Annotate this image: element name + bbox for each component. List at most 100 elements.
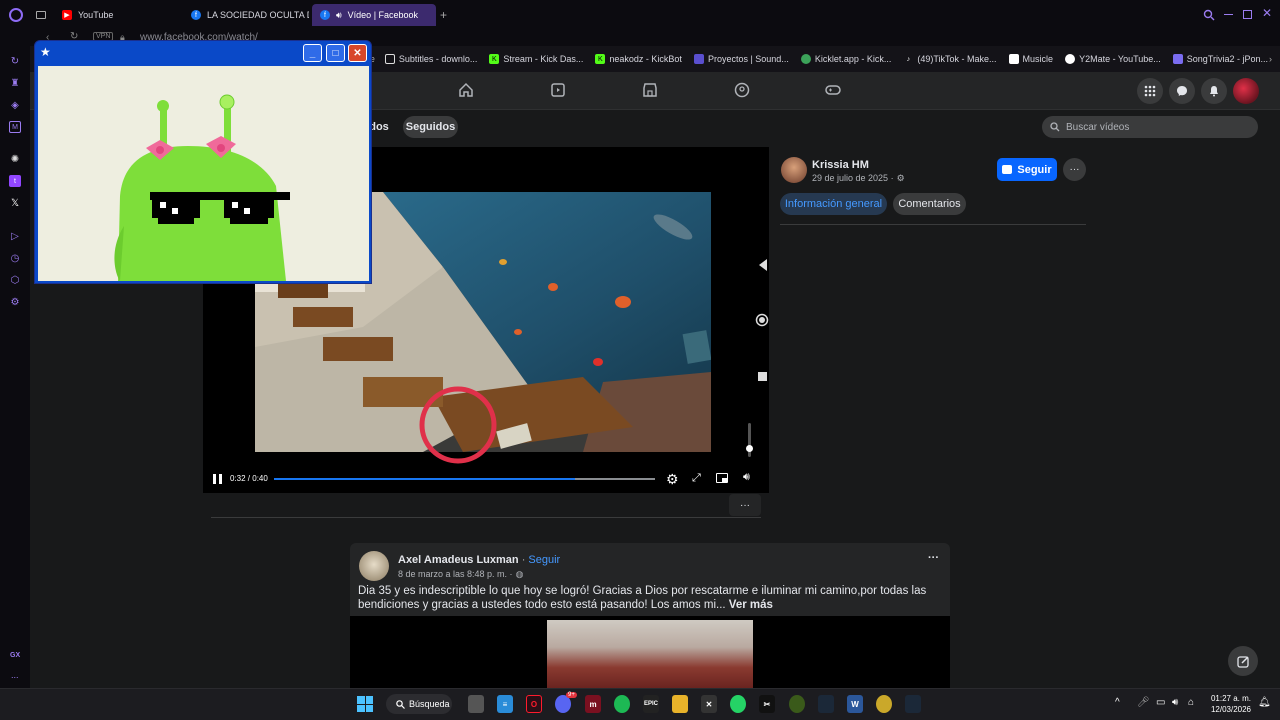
tab-sociedad-oculta[interactable]: f LA SOCIEDAD OCULTA DE — [183, 4, 309, 26]
search-tabs-icon[interactable] — [1203, 9, 1215, 21]
profile-avatar[interactable] — [1233, 78, 1259, 104]
tab-overview[interactable]: Información general — [780, 193, 887, 215]
app-icon[interactable] — [789, 695, 805, 713]
bookmarks-overflow-icon[interactable]: › — [1269, 54, 1272, 64]
sidebar-speed-dial-icon[interactable]: ↻ — [9, 55, 21, 67]
bookmark-songtrivia[interactable]: SongTrivia2 - jPon... — [1172, 54, 1268, 64]
post-menu-button[interactable]: ··· — [928, 552, 939, 564]
network-icon[interactable]: ⌂ — [1188, 697, 1194, 708]
sidebar-corner-icon[interactable]: ◈ — [9, 99, 21, 111]
pause-button[interactable] — [213, 474, 222, 484]
bookmark-soundtrap[interactable]: Proyectos | Sound... — [693, 54, 789, 64]
xbox-icon[interactable]: ✕ — [701, 695, 717, 713]
groups-icon[interactable] — [734, 82, 750, 98]
bookmark-kick-stream[interactable]: K Stream - Kick Das... — [489, 54, 583, 64]
app-icon[interactable] — [876, 695, 892, 713]
post-author-name[interactable]: Axel Amadeus Luxman — [398, 554, 519, 566]
tab-youtube[interactable]: ▶ YouTube — [54, 4, 180, 26]
reels-icon[interactable] — [550, 82, 566, 98]
see-more-link[interactable]: Ver más — [729, 599, 773, 611]
home-icon[interactable] — [458, 82, 474, 98]
volume-icon[interactable]: 🔊︎ — [743, 471, 750, 484]
bookmark-kickbot[interactable]: K neakodz - KickBot — [595, 54, 682, 64]
popup-window[interactable]: ★ _ □ ✕ — [34, 40, 372, 284]
video-search-box[interactable]: Buscar vídeos — [1042, 116, 1258, 138]
menu-grid-button[interactable] — [1137, 78, 1163, 104]
app-icon[interactable]: m — [585, 695, 601, 713]
sidebar-twitch-icon[interactable]: t — [9, 175, 21, 187]
workspaces-icon[interactable] — [36, 11, 46, 19]
marketplace-icon[interactable] — [642, 82, 658, 98]
sidebar-more-icon[interactable]: ... — [11, 670, 19, 680]
sidebar-gx-control-icon[interactable]: ♜ — [9, 77, 21, 89]
new-tab-button[interactable]: + — [440, 8, 447, 22]
post-author-avatar[interactable] — [359, 551, 389, 581]
search-icon — [396, 699, 405, 709]
steam-icon[interactable] — [818, 695, 834, 713]
popup-close-button[interactable]: ✕ — [348, 44, 367, 62]
bookmark-kicklet[interactable]: Kicklet.app - Kick... — [800, 54, 891, 64]
fullscreen-icon[interactable]: ⤢ — [692, 472, 701, 485]
post-date-text: 29 de julio de 2025 · — [812, 173, 894, 183]
author-avatar[interactable] — [781, 157, 807, 183]
sidebar-settings-icon[interactable]: ⚙ — [9, 296, 21, 308]
spotify-icon[interactable] — [614, 695, 630, 713]
word-icon[interactable]: W — [847, 695, 863, 713]
opera-gx-icon[interactable]: O — [526, 695, 542, 713]
bookmark-tiktok[interactable]: ♪ (49)TikTok - Make... — [903, 54, 997, 64]
opera-gx-logo[interactable] — [9, 8, 23, 22]
whatsapp-icon[interactable] — [730, 695, 746, 713]
author-name[interactable]: Krissia HM — [812, 159, 869, 171]
sidebar-extensions-icon[interactable]: ⬡ — [9, 274, 21, 286]
restore-window-icon[interactable] — [1243, 10, 1252, 19]
sidebar-history-icon[interactable]: ◷ — [9, 252, 21, 264]
taskbar-clock[interactable]: 01:27 a. m. 12/03/2026 — [1206, 693, 1256, 715]
bookmark-musicle[interactable]: Musicle — [1008, 54, 1053, 64]
screen-icon[interactable]: ▭ — [1156, 697, 1165, 708]
notifications-bell-icon[interactable]: 🔔︎ — [1258, 697, 1271, 708]
tab-video-facebook[interactable]: f 🔊︎ Vídeo | Facebook — [312, 4, 436, 26]
video-more-button[interactable]: ··· — [729, 494, 761, 516]
steam-icon[interactable] — [905, 695, 921, 713]
close-window-icon[interactable]: ✕ — [1262, 6, 1272, 20]
post-follow-link[interactable]: Seguir — [528, 554, 560, 566]
chip-following[interactable]: Seguidos — [403, 116, 458, 138]
follow-button[interactable]: Seguir — [997, 158, 1057, 181]
messenger-button[interactable] — [1169, 78, 1195, 104]
notifications-button[interactable] — [1201, 78, 1227, 104]
minimize-window-icon[interactable] — [1224, 14, 1233, 15]
microphone-icon[interactable]: 🎤︎ — [1137, 697, 1150, 708]
compose-icon — [1236, 655, 1249, 668]
pause-icon — [219, 474, 222, 484]
volume-slider[interactable] — [746, 423, 753, 457]
sidebar-x-icon[interactable]: 𝕏 — [9, 197, 21, 209]
progress-track[interactable] — [274, 478, 655, 480]
popup-maximize-button[interactable]: □ — [326, 44, 345, 62]
volume-icon[interactable]: 🔊︎ — [1172, 697, 1178, 708]
search-placeholder: Buscar vídeos — [1066, 121, 1130, 133]
gaming-icon[interactable] — [825, 82, 841, 98]
file-explorer-icon[interactable] — [672, 695, 688, 713]
volume-knob[interactable] — [746, 445, 753, 452]
bookmark-y2mate[interactable]: Y2Mate - YouTube... — [1065, 54, 1161, 64]
capcut-icon[interactable]: ✂ — [759, 695, 775, 713]
sidebar-player-icon[interactable]: ▷ — [9, 230, 21, 242]
bookmark-label: neakodz - KickBot — [609, 54, 682, 64]
mini-player-icon[interactable] — [716, 473, 728, 483]
bookmark-subtitles[interactable]: Subtitles - downlo... — [384, 54, 477, 64]
new-message-button[interactable] — [1228, 646, 1258, 676]
tab-comments[interactable]: Comentarios — [893, 193, 966, 215]
start-button[interactable] — [357, 696, 373, 712]
popup-minimize-button[interactable]: _ — [303, 44, 322, 62]
settings-gear-icon[interactable]: ⚙ — [666, 471, 679, 488]
tray-chevron-icon[interactable]: ^ — [1115, 697, 1120, 708]
notepad-icon[interactable]: ≡ — [497, 695, 513, 713]
post-media[interactable] — [350, 616, 950, 688]
sidebar-chatgpt-icon[interactable]: ✺ — [9, 153, 21, 165]
sidebar-messenger-icon[interactable]: M — [9, 121, 21, 133]
epic-games-icon[interactable]: EPIC — [643, 695, 659, 713]
taskbar-search[interactable]: Búsqueda — [386, 694, 452, 714]
author-more-button[interactable]: ··· — [1063, 158, 1086, 181]
speaker-icon: 🔊︎ — [336, 9, 342, 20]
task-view-icon[interactable] — [468, 695, 484, 713]
